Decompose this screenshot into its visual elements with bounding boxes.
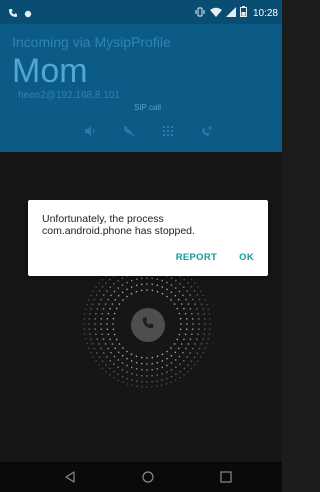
caller-name: Mom bbox=[12, 52, 88, 90]
call-icon bbox=[8, 5, 18, 23]
call-type-label: SIP call bbox=[134, 103, 161, 112]
dialog-message-line-1: Unfortunately, the process bbox=[42, 213, 164, 225]
status-time: 10:28 bbox=[252, 7, 278, 19]
answer-glow-ring bbox=[82, 259, 212, 389]
incoming-call-content bbox=[0, 152, 282, 462]
call-actions bbox=[0, 120, 282, 142]
report-button[interactable]: REPORT bbox=[176, 252, 217, 263]
dialpad-icon[interactable] bbox=[157, 120, 179, 142]
answer-call-button[interactable] bbox=[131, 308, 165, 342]
wifi-icon bbox=[209, 4, 222, 22]
vibrate-icon bbox=[194, 4, 206, 22]
call-header: Incoming via MysipProfile Mom heen2@192.… bbox=[0, 24, 282, 152]
mute-icon[interactable] bbox=[118, 120, 140, 142]
add-call-icon[interactable] bbox=[196, 120, 218, 142]
dialog-actions: REPORT OK bbox=[176, 252, 254, 263]
battery-icon bbox=[239, 4, 247, 22]
speaker-icon[interactable] bbox=[79, 120, 101, 142]
incoming-label: Incoming via MysipProfile bbox=[12, 34, 171, 50]
status-bar: 10:28 bbox=[0, 0, 282, 24]
navigation-bar bbox=[0, 462, 282, 492]
notification-dot-icon bbox=[24, 5, 32, 23]
home-icon[interactable] bbox=[138, 468, 158, 486]
back-icon[interactable] bbox=[60, 468, 80, 486]
ok-button[interactable]: OK bbox=[239, 252, 254, 263]
dialog-message: Unfortunately, the process com.android.p… bbox=[42, 213, 257, 237]
phone-icon bbox=[141, 316, 155, 335]
dialog-message-line-2: com.android.phone has stopped. bbox=[42, 225, 195, 237]
signal-icon bbox=[225, 4, 236, 22]
caller-address: heen2@192.168.8.101 bbox=[18, 90, 120, 101]
recents-icon[interactable] bbox=[216, 468, 236, 486]
error-dialog: Unfortunately, the process com.android.p… bbox=[28, 200, 268, 276]
